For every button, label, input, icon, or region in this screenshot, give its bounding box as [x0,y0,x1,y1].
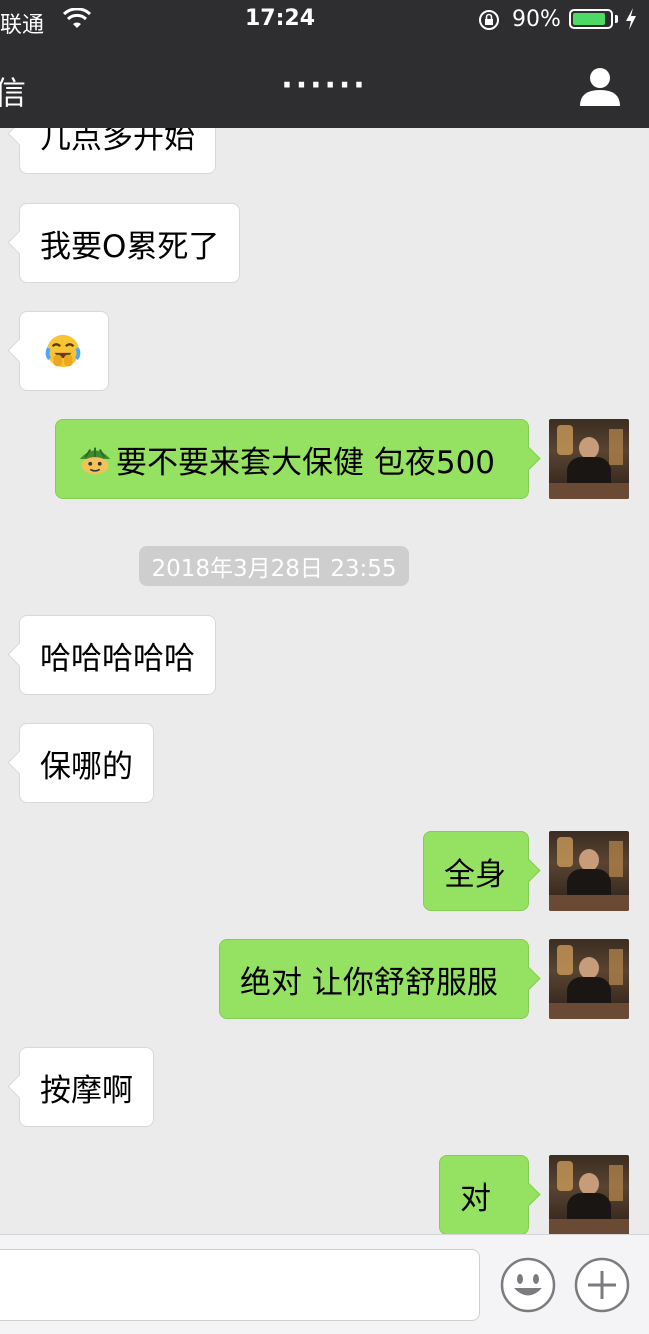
message-text: 我要O累死了 [40,228,220,265]
message-text: 要不要来套大保健 包夜500 [116,444,496,481]
clock: 17:24 [245,6,316,31]
message-text: 几点多开始 [40,128,195,156]
avatar-photo-detail [609,949,623,985]
message-bubble-received[interactable]: 哈哈哈哈哈 [19,615,216,695]
turtle-face-icon [79,447,111,475]
avatar[interactable] [549,831,629,911]
message-bubble-sent[interactable]: 全身 [423,831,529,911]
nav-bar: 信 ······ [0,44,649,128]
message-bubble-sent[interactable]: 绝对 让你舒舒服服 [219,939,529,1019]
avatar-photo-detail [549,1219,629,1234]
avatar-photo-detail [557,837,573,867]
message-bubble-received[interactable]: 按摩啊 [19,1047,154,1127]
plus-icon[interactable] [574,1257,630,1313]
battery-cap [615,15,618,23]
avatar-photo-detail [579,957,599,979]
message-bubble-sent[interactable]: 对 [439,1155,529,1234]
avatar[interactable] [549,939,629,1019]
avatar-photo-detail [557,1161,573,1191]
message-bubble-received[interactable]: 保哪的 [19,723,154,803]
message-text: 哈哈哈哈哈 [40,640,195,677]
avatar-photo-detail [557,945,573,975]
emoji-icon[interactable] [500,1257,556,1313]
avatar-photo-detail [557,425,573,455]
message-text: 对 [460,1180,491,1217]
wifi-icon [62,8,92,28]
carrier-label: 联通 [0,13,45,38]
message-bubble-received[interactable]: 我要O累死了 [19,203,241,283]
avatar-photo-detail [609,1165,623,1201]
avatar[interactable] [549,1155,629,1234]
message-text: 全身 [444,856,506,893]
avatar[interactable] [549,419,629,499]
avatar-photo-detail [549,483,629,499]
chat-area[interactable]: 几点多开始 我要O累死了 要不要来套大保健 包夜500 2018年3月28日 2… [0,128,649,1234]
battery-icon [569,9,613,29]
avatar-photo-detail [579,1173,599,1195]
message-text: 按摩啊 [40,1072,133,1109]
message-input[interactable] [0,1249,480,1321]
avatar-photo-detail [609,841,623,877]
battery-percent: 90% [512,7,561,32]
rotation-lock-icon [479,10,499,30]
message-bubble-received[interactable]: 几点多开始 [19,128,216,174]
avatar-photo-detail [549,1003,629,1019]
input-bar [0,1234,649,1334]
timestamp-label: 2018年3月28日 23:55 [139,546,409,586]
crying-laughing-face-icon [45,334,81,368]
message-bubble-sent[interactable]: 要不要来套大保健 包夜500 [55,419,529,499]
message-bubble-received[interactable] [19,311,109,391]
message-text: 保哪的 [40,748,133,785]
charging-bolt-icon [626,8,636,30]
chat-title: ······ [281,68,368,103]
battery-level-fill [573,13,605,25]
top-bar: 联通 17:24 90% 信 ······ [0,0,649,128]
status-bar: 联通 17:24 90% [0,0,649,44]
avatar-photo-detail [579,437,599,459]
avatar-photo-detail [579,849,599,871]
profile-icon[interactable] [578,64,622,108]
avatar-photo-detail [549,895,629,911]
avatar-photo-detail [609,429,623,465]
message-text: 绝对 让你舒舒服服 [240,964,498,1001]
